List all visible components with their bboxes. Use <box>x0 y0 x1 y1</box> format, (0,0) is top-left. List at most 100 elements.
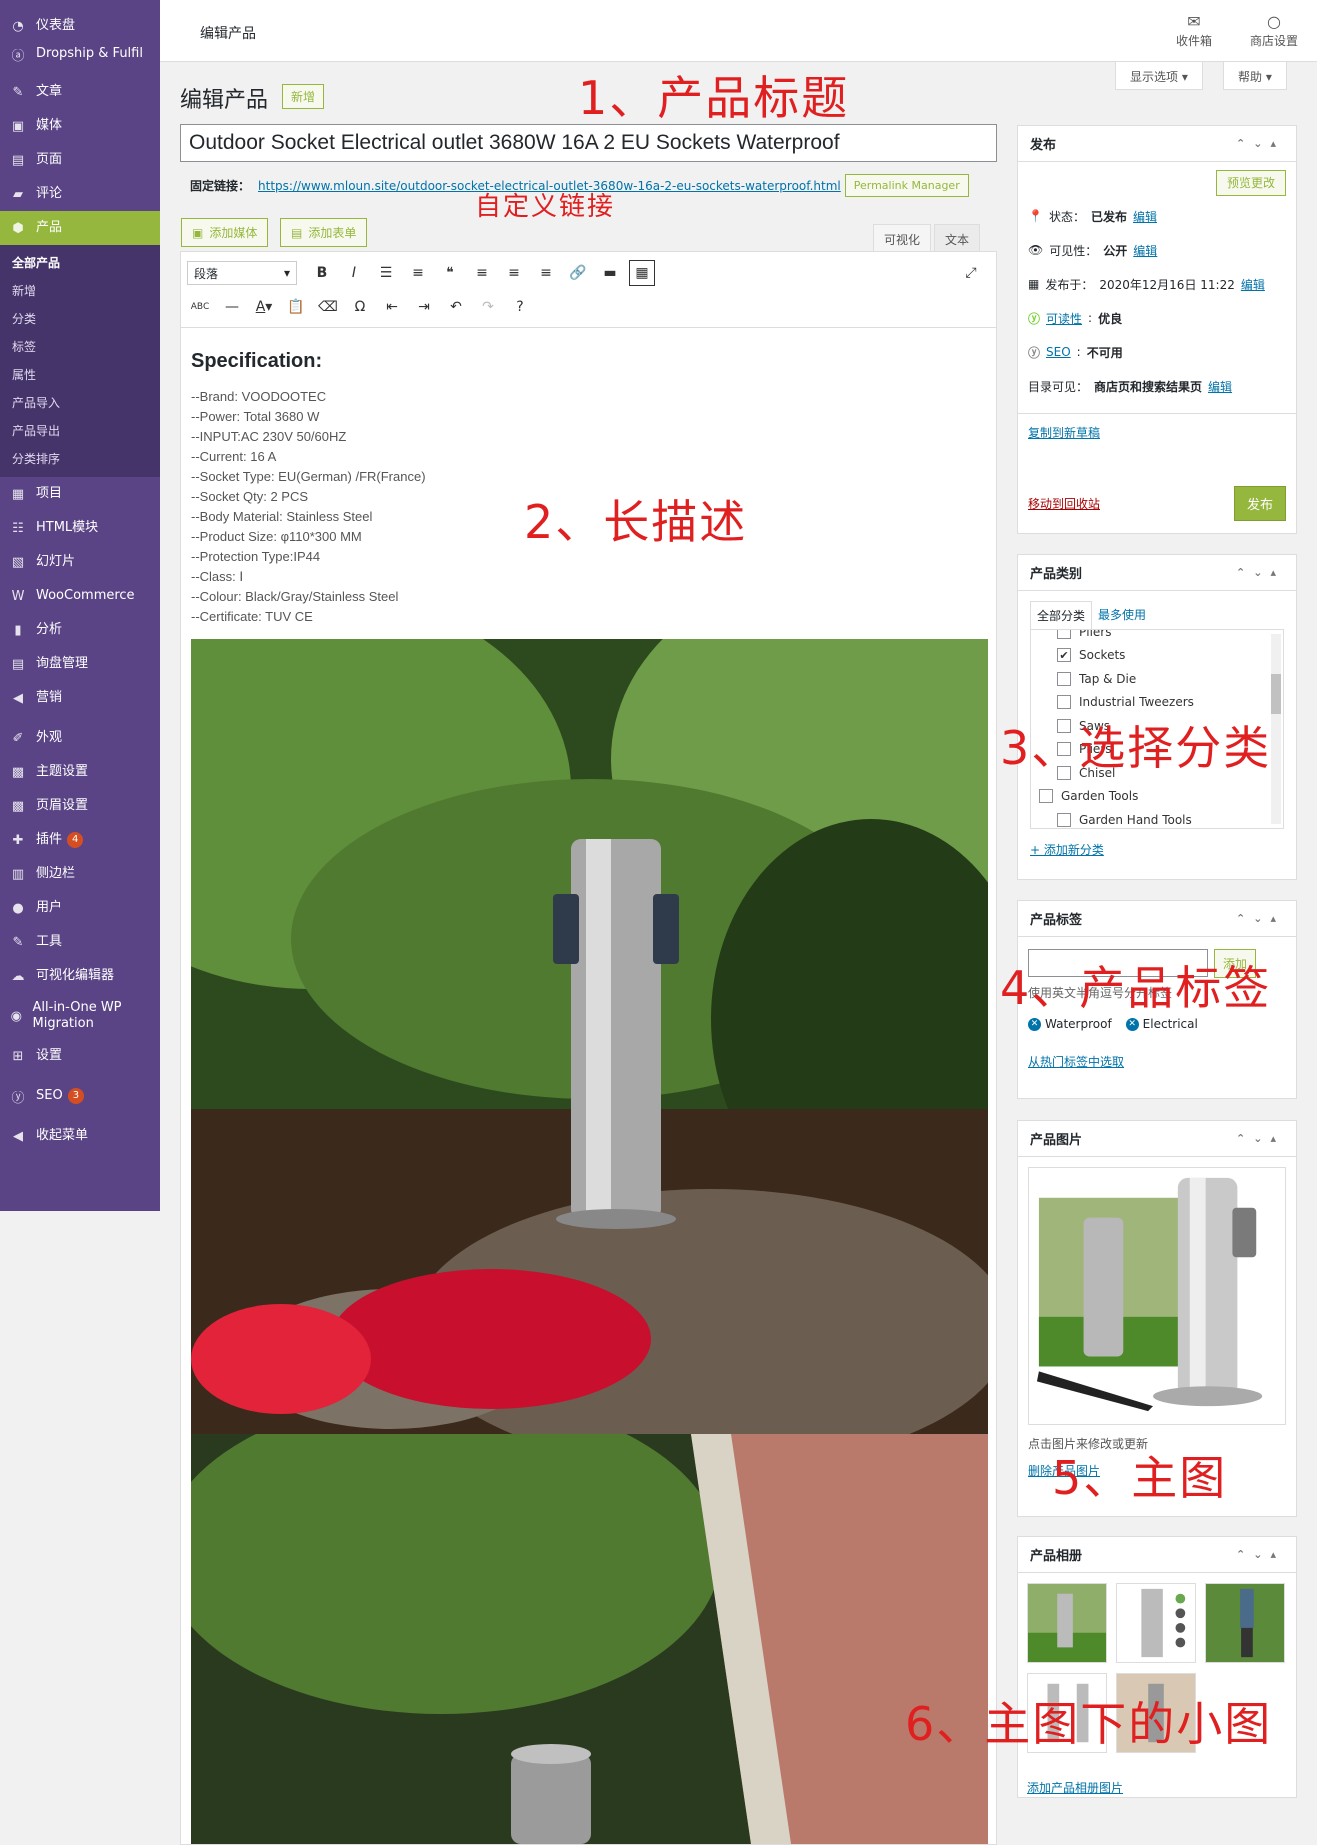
sidebar-item-megaphone[interactable]: ◀ 营销 <box>0 681 160 715</box>
add-gallery-images-link[interactable]: 添加产品相册图片 <box>1027 1781 1123 1795</box>
sidebar-item-dropship[interactable]: ⓐ Dropship & Fulfil <box>0 39 160 69</box>
help-icon[interactable]: ? <box>507 294 533 320</box>
clear-format-icon[interactable]: ⌫ <box>315 294 341 320</box>
gallery-thumb[interactable] <box>1116 1583 1196 1663</box>
category-item[interactable]: Tap & Die <box>1039 667 1275 691</box>
edit-date-link[interactable]: 编辑 <box>1241 276 1265 293</box>
remove-tag-icon[interactable]: ✕ <box>1028 1017 1041 1031</box>
link-icon[interactable]: 🔗 <box>565 260 591 286</box>
main-product-image[interactable] <box>1028 1167 1286 1425</box>
checkbox[interactable] <box>1057 630 1071 639</box>
submenu-item[interactable]: 全部产品 <box>0 249 160 277</box>
sidebar-item-product[interactable]: ⬢ 产品 <box>0 211 160 245</box>
sidebar-item-slides[interactable]: ▧ 幻灯片 <box>0 545 160 579</box>
category-item[interactable]: ✔ Sockets <box>1039 644 1275 668</box>
scrollbar[interactable] <box>1271 634 1281 824</box>
submenu-item[interactable]: 产品导出 <box>0 417 160 445</box>
publish-panel-header[interactable]: 发布 ⌃⌄▴ <box>1018 126 1296 162</box>
help-button[interactable]: 帮助 ▾ <box>1223 62 1287 90</box>
store-settings-button[interactable]: ○ 商店设置 <box>1250 12 1298 49</box>
sidebar-item-project[interactable]: ▦ 项目 <box>0 477 160 511</box>
checkbox[interactable] <box>1057 812 1071 827</box>
panel-controls-icon[interactable]: ⌃⌄▴ <box>1236 566 1284 579</box>
inbox-button[interactable]: ✉ 收件箱 <box>1176 12 1212 49</box>
tab-most-used[interactable]: 最多使用 <box>1092 601 1152 629</box>
submenu-item[interactable]: 分类排序 <box>0 445 160 473</box>
sidebar-item-sidebar[interactable]: ▥ 侧边栏 <box>0 857 160 891</box>
sidebar-item-comment[interactable]: ▰ 评论 <box>0 177 160 211</box>
screen-options-button[interactable]: 显示选项 ▾ <box>1115 62 1203 90</box>
category-panel-header[interactable]: 产品类别 ⌃⌄▴ <box>1018 555 1296 591</box>
category-item[interactable]: Garden Tools <box>1039 785 1275 809</box>
paste-text-icon[interactable]: 📋 <box>283 294 309 320</box>
sidebar-item-html-module[interactable]: ☷ HTML模块 <box>0 511 160 545</box>
add-new-button[interactable]: 新增 <box>282 84 325 109</box>
edit-visibility-link[interactable]: 编辑 <box>1133 242 1157 259</box>
product-title-input[interactable] <box>180 124 997 162</box>
sidebar-item-pin[interactable]: ✎ 文章 <box>0 75 160 109</box>
sidebar-item-page[interactable]: ▤ 页面 <box>0 143 160 177</box>
submenu-item[interactable]: 标签 <box>0 333 160 361</box>
readability-link[interactable]: 可读性 <box>1046 310 1082 327</box>
read-more-icon[interactable]: ▬ <box>597 260 623 286</box>
panel-controls-icon[interactable]: ⌃⌄▴ <box>1236 1132 1284 1145</box>
sidebar-item-user[interactable]: ● 用户 <box>0 891 160 925</box>
product-image-panel-header[interactable]: 产品图片 ⌃⌄▴ <box>1018 1121 1296 1157</box>
submenu-item[interactable]: 属性 <box>0 361 160 389</box>
sidebar-item-brush[interactable]: ✐ 外观 <box>0 721 160 755</box>
gallery-thumb[interactable] <box>1027 1583 1107 1663</box>
remove-tag-icon[interactable]: ✕ <box>1125 1017 1139 1031</box>
tag-panel-header[interactable]: 产品标签 ⌃⌄▴ <box>1018 901 1296 937</box>
toolbar-toggle-icon[interactable]: ▦ <box>629 260 655 286</box>
preview-changes-button[interactable]: 预览更改 <box>1215 170 1286 196</box>
panel-controls-icon[interactable]: ⌃⌄▴ <box>1236 912 1284 925</box>
sidebar-item-inquiry[interactable]: ▤ 询盘管理 <box>0 647 160 681</box>
redo-icon[interactable]: ↷ <box>475 294 501 320</box>
checkbox[interactable] <box>1057 695 1071 710</box>
checkbox[interactable] <box>1057 671 1071 686</box>
seo-link[interactable]: SEO <box>1046 345 1071 359</box>
numbered-list-icon[interactable]: ≡ <box>405 260 431 286</box>
panel-controls-icon[interactable]: ⌃⌄▴ <box>1236 1548 1284 1561</box>
checkbox[interactable] <box>1039 789 1053 804</box>
copy-to-draft-link[interactable]: 复制到新草稿 <box>1028 426 1100 440</box>
permalink-manager-button[interactable]: Permalink Manager <box>844 174 969 197</box>
add-media-button[interactable]: ▣ 添加媒体 <box>181 218 269 247</box>
checkbox[interactable]: ✔ <box>1057 648 1071 663</box>
sidebar-item-theme-settings[interactable]: ▩ 主题设置 <box>0 755 160 789</box>
sidebar-item-dashboard[interactable]: ◔ 仪表盘 <box>0 13 160 39</box>
sidebar-item-woocommerce[interactable]: W WooCommerce <box>0 579 160 613</box>
blockquote-icon[interactable]: ❝ <box>437 260 463 286</box>
panel-controls-icon[interactable]: ⌃⌄▴ <box>1236 137 1284 150</box>
text-color-icon[interactable]: A ▾ <box>251 294 277 320</box>
editor-content[interactable]: Specification: --Brand: VOODOOTEC --Power… <box>181 328 996 1844</box>
format-select[interactable]: 段落 ▾ <box>187 261 297 285</box>
category-item[interactable]: Garden Hand Tools <box>1039 808 1275 828</box>
bold-icon[interactable]: B <box>309 260 335 286</box>
gallery-panel-header[interactable]: 产品相册 ⌃⌄▴ <box>1018 1537 1296 1573</box>
sidebar-item-tools[interactable]: ✎ 工具 <box>0 925 160 959</box>
italic-icon[interactable]: I <box>341 260 367 286</box>
category-item[interactable]: Industrial Tweezers <box>1039 691 1275 715</box>
sidebar-item-migration[interactable]: ◉ All-in-One WP Migration <box>0 993 160 1039</box>
sidebar-item-seo[interactable]: ⓨ SEO 3 <box>0 1079 160 1113</box>
bullet-list-icon[interactable]: ☰ <box>373 260 399 286</box>
outdent-icon[interactable]: ⇤ <box>379 294 405 320</box>
align-left-icon[interactable]: ≡ <box>469 260 495 286</box>
sidebar-item-collapse[interactable]: ◀ 收起菜单 <box>0 1119 160 1153</box>
move-to-trash-link[interactable]: 移动到回收站 <box>1028 495 1100 512</box>
fullscreen-icon[interactable]: ⤢ <box>958 260 984 286</box>
gallery-thumb[interactable] <box>1205 1583 1285 1663</box>
sidebar-item-settings[interactable]: ⊞ 设置 <box>0 1039 160 1073</box>
horizontal-line-icon[interactable]: — <box>219 294 245 320</box>
edit-status-link[interactable]: 编辑 <box>1133 208 1157 225</box>
align-right-icon[interactable]: ≡ <box>533 260 559 286</box>
sidebar-item-visual-editor[interactable]: ☁ 可视化编辑器 <box>0 959 160 993</box>
sidebar-item-analytics[interactable]: ▮ 分析 <box>0 613 160 647</box>
align-center-icon[interactable]: ≡ <box>501 260 527 286</box>
choose-popular-tags-link[interactable]: 从热门标签中选取 <box>1028 1055 1124 1069</box>
submenu-item[interactable]: 新增 <box>0 277 160 305</box>
add-new-category-link[interactable]: + 添加新分类 <box>1030 843 1104 857</box>
strikethrough-icon[interactable]: ABC <box>187 294 213 320</box>
sidebar-item-header-settings[interactable]: ▩ 页眉设置 <box>0 789 160 823</box>
